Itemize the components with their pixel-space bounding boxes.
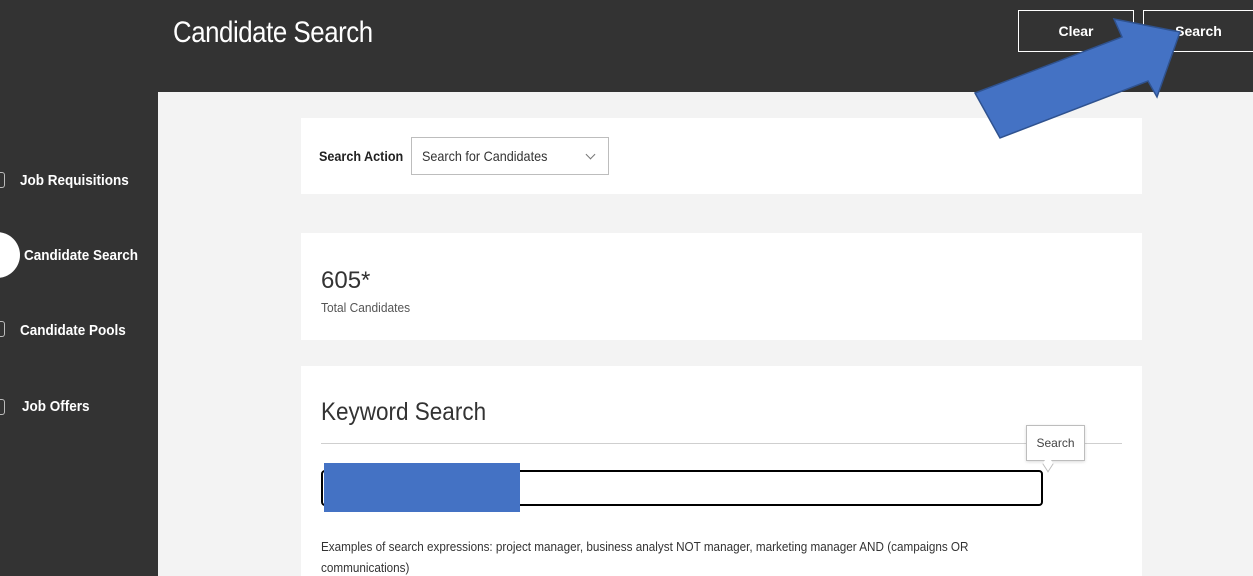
requisitions-icon (0, 172, 5, 188)
sidebar-item-label: Job Requisitions (20, 171, 129, 189)
search-action-label: Search Action (319, 148, 404, 164)
sidebar-nav: Job Requisitions Candidate Search Candid… (0, 92, 158, 576)
sidebar-item-job-requisitions[interactable]: Job Requisitions (0, 160, 158, 200)
offers-icon (0, 399, 5, 415)
total-candidates-count: 605* (321, 267, 371, 294)
pools-icon (0, 321, 5, 337)
main-content: Search Action Search for Candidates 605*… (158, 92, 1253, 576)
search-tooltip[interactable]: Search (1026, 425, 1085, 473)
page-title: Candidate Search (173, 16, 373, 49)
sidebar-item-candidate-search[interactable]: Candidate Search (0, 232, 158, 278)
clear-button[interactable]: Clear (1018, 10, 1134, 52)
keyword-search-title: Keyword Search (321, 398, 487, 426)
chevron-down-icon (585, 149, 596, 160)
sidebar-item-label: Job Offers (22, 397, 90, 415)
sidebar-item-candidate-pools[interactable]: Candidate Pools (0, 310, 158, 350)
keyword-search-card: Keyword Search Search Examples of search… (301, 366, 1142, 576)
sidebar-item-label: Candidate Search (24, 246, 139, 264)
search-button[interactable]: Search (1143, 10, 1253, 52)
top-bar: Candidate Search Clear Search (0, 0, 1253, 92)
active-indicator (0, 232, 20, 278)
total-candidates-label: Total Candidates (321, 300, 411, 315)
search-action-select[interactable]: Search for Candidates (411, 137, 609, 175)
sidebar-item-job-offers[interactable]: Job Offers (0, 386, 158, 426)
total-candidates-card: 605* Total Candidates (301, 233, 1142, 340)
sidebar-item-label: Candidate Pools (20, 321, 126, 339)
divider (321, 443, 1122, 444)
search-action-card: Search Action Search for Candidates (301, 118, 1142, 194)
tooltip-label: Search (1036, 436, 1075, 450)
tooltip-pointer (1042, 455, 1054, 473)
search-action-value: Search for Candidates (422, 148, 548, 164)
redaction-box (324, 463, 520, 512)
search-examples-text: Examples of search expressions: project … (321, 539, 969, 575)
